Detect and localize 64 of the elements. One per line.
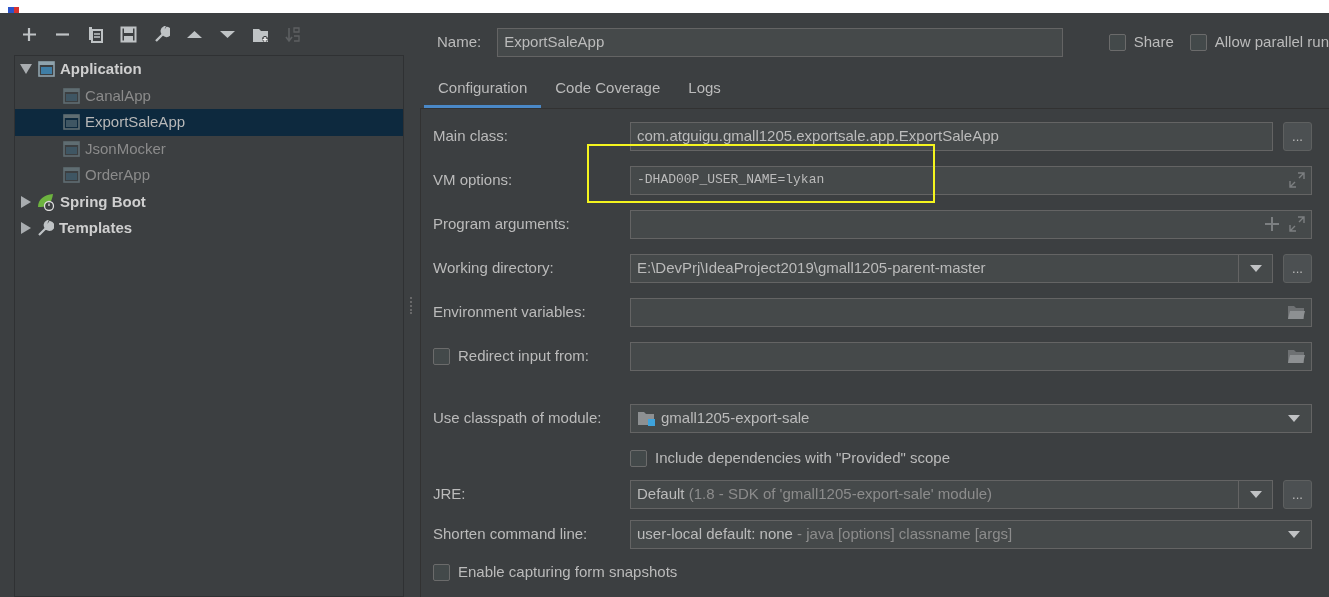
collapsed-arrow-icon[interactable]: [20, 195, 32, 208]
input-field[interactable]: com.atguigu.gmall1205.exportsale.app.ExportSaleApp: [630, 121, 1273, 151]
tree-item[interactable]: CanalApp: [15, 82, 403, 109]
checkbox[interactable]: [433, 347, 450, 365]
dropdown-arrow-icon[interactable]: [1249, 490, 1262, 498]
input-field[interactable]: [630, 297, 1312, 327]
folder-icon[interactable]: [1287, 304, 1305, 320]
checkbox[interactable]: [433, 563, 450, 581]
field-label: VM options:: [433, 169, 514, 190]
input-field[interactable]: [630, 341, 1312, 371]
browse-button[interactable]: ...: [1283, 121, 1312, 151]
window-icon: [62, 87, 80, 104]
window-icon: [62, 140, 80, 157]
field-label: Program arguments:: [433, 213, 571, 234]
window-icon: [37, 61, 55, 78]
tree-item[interactable]: ExportSaleApp: [15, 109, 403, 136]
field-label: Main class:: [433, 125, 510, 146]
field-label: JRE:: [433, 483, 467, 504]
input-field[interactable]: -DHAD00P_USER_NAME=lykan: [630, 165, 1312, 195]
tree-item[interactable]: OrderApp: [15, 162, 403, 189]
checkbox[interactable]: [1189, 33, 1207, 51]
browse-button[interactable]: ...: [1283, 253, 1312, 283]
dropdown-field[interactable]: Default (1.8 - SDK of 'gmall1205-export-sale' module): [630, 479, 1273, 509]
window-icon: [62, 114, 80, 131]
save-icon[interactable]: [120, 25, 137, 43]
checkbox-label: Include dependencies with "Provided" scope: [655, 447, 950, 468]
field-label: Working directory:: [433, 257, 555, 278]
dropdown-field[interactable]: user-local default: none - java [options] classname [args]: [630, 519, 1312, 549]
checkbox[interactable]: [1108, 33, 1126, 51]
wrench-icon: [37, 219, 54, 237]
tree-item-label[interactable]: Application: [60, 58, 142, 81]
dropdown-arrow-icon[interactable]: [1288, 414, 1300, 422]
module-folder-icon: [637, 410, 655, 426]
dropdown-field[interactable]: gmall1205-export-sale: [630, 403, 1312, 433]
add-icon[interactable]: [21, 25, 38, 43]
expanded-arrow-icon[interactable]: [20, 63, 32, 76]
tab[interactable]: Code Coverage: [541, 72, 675, 108]
tab[interactable]: Configuration: [424, 72, 542, 108]
name-field[interactable]: ExportSaleApp: [497, 27, 1064, 57]
folder-icon[interactable]: [1287, 348, 1305, 364]
name-label: Name:: [437, 31, 482, 52]
checkbox-label: Enable capturing form snapshots: [458, 561, 678, 582]
tree-item-label[interactable]: Templates: [59, 217, 133, 240]
app-logo-icon: [8, 7, 22, 13]
collapsed-arrow-icon[interactable]: [20, 222, 32, 235]
checkbox-label: Redirect input from:: [458, 345, 589, 366]
splitter-handle-icon[interactable]: [409, 296, 413, 314]
tree-item-label[interactable]: Spring Boot: [60, 190, 146, 213]
field-label: Environment variables:: [433, 301, 587, 322]
tree-item[interactable]: JsonMocker: [15, 135, 403, 162]
tab[interactable]: Logs: [674, 72, 735, 108]
field-label: Shorten command line:: [433, 523, 589, 544]
window-icon: [62, 167, 80, 184]
dropdown-arrow-icon[interactable]: [1288, 530, 1300, 538]
checkbox-label: Share: [1133, 31, 1174, 52]
copy-icon[interactable]: [87, 25, 104, 43]
field-label: Use classpath of module:: [433, 407, 603, 428]
wrench-icon[interactable]: [153, 25, 170, 43]
checkbox-label: Allow parallel run: [1214, 31, 1329, 52]
dropdown-field[interactable]: E:\DevPrj\IdeaProject2019\gmall1205-parent-master: [630, 253, 1273, 283]
browse-button[interactable]: ...: [1283, 479, 1312, 509]
checkbox[interactable]: [630, 449, 647, 467]
dropdown-arrow-icon[interactable]: [1249, 264, 1262, 272]
leaf-power-icon: [37, 192, 55, 211]
